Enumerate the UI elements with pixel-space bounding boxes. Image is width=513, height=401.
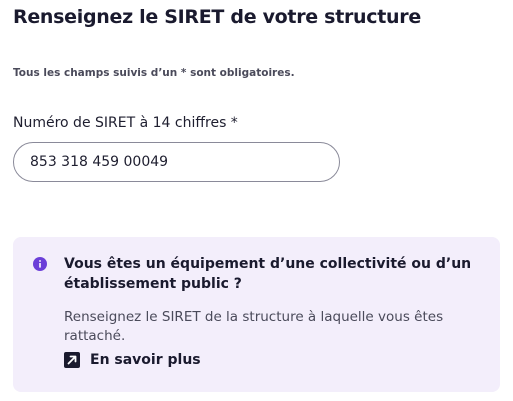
siret-form-page: Renseignez le SIRET de votre structure T… [0, 0, 513, 401]
info-icon [33, 257, 47, 271]
external-link-icon [64, 352, 80, 368]
callout-text: Renseignez le SIRET de la structure à la… [64, 309, 444, 344]
siret-input[interactable] [13, 142, 340, 182]
learn-more-label: En savoir plus [90, 352, 201, 368]
page-title: Renseignez le SIRET de votre structure [13, 6, 421, 28]
info-callout: Vous êtes un équipement d’une collectivi… [13, 237, 500, 392]
siret-label: Numéro de SIRET à 14 chiffres * [13, 115, 238, 131]
required-fields-note: Tous les champs suivis d’un * sont oblig… [13, 67, 295, 79]
callout-title: Vous êtes un équipement d’une collectivi… [64, 256, 472, 292]
learn-more-link[interactable]: En savoir plus [64, 352, 201, 368]
